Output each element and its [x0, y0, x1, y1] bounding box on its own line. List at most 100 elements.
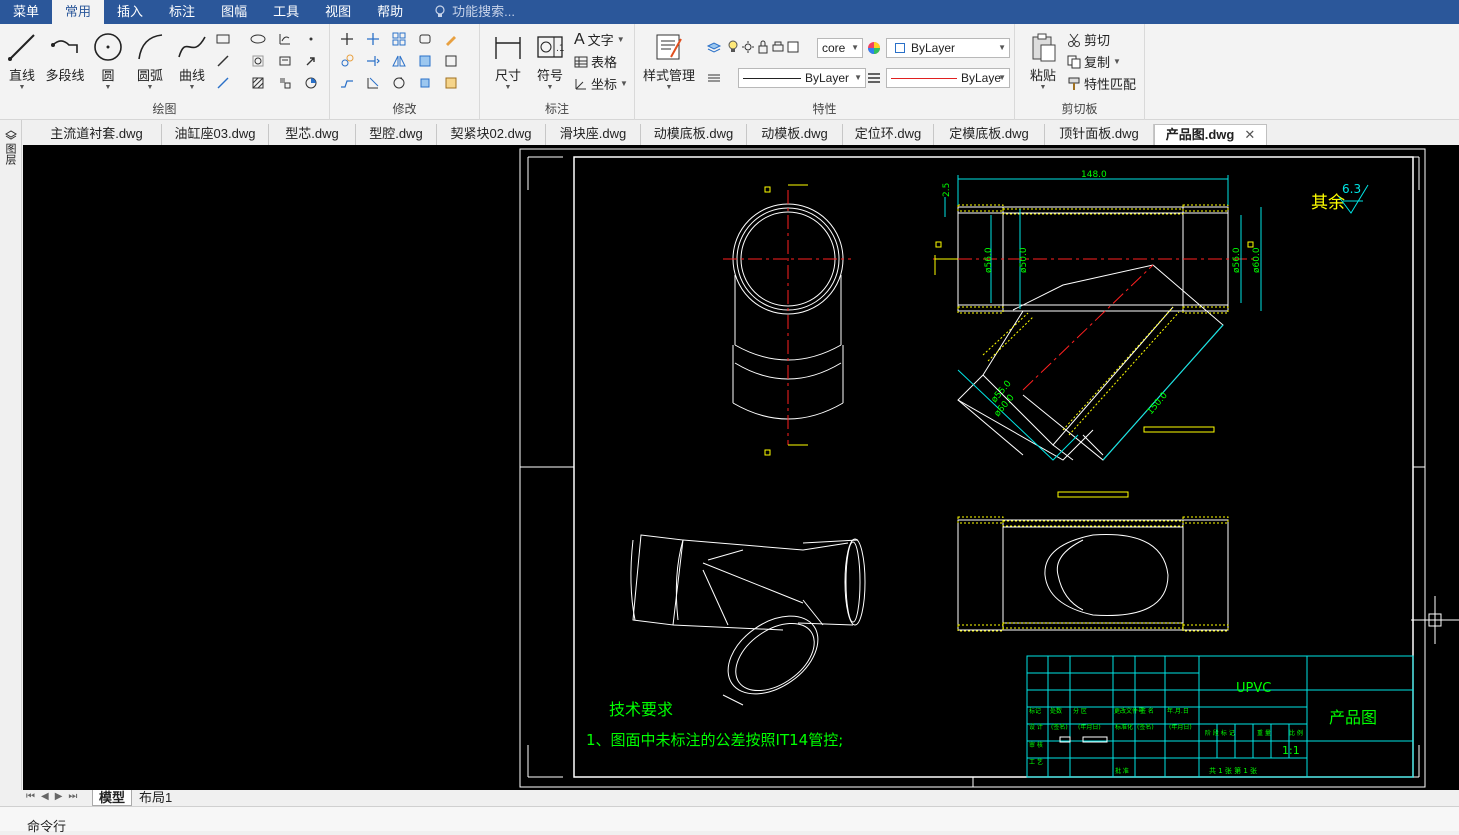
- document-tab[interactable]: 定模底板.dwg: [934, 124, 1045, 145]
- document-tab[interactable]: 契紧块02.dwg: [437, 124, 546, 145]
- properties-icon[interactable]: [442, 74, 460, 92]
- offset-icon[interactable]: [416, 30, 434, 48]
- layer-select[interactable]: core ▼: [817, 38, 863, 58]
- cut-button[interactable]: 剪切: [1067, 30, 1110, 49]
- paste-button[interactable]: 粘贴 ▼: [1023, 30, 1063, 92]
- style-manager-button[interactable]: 样式管理 ▼: [641, 30, 697, 92]
- table-label: 表格: [591, 55, 618, 70]
- tee-elevation-hatching: [957, 516, 1229, 632]
- lineweight-select[interactable]: ByLayе ▼: [886, 68, 1010, 88]
- coordinate-button[interactable]: 坐标 ▼: [574, 74, 628, 93]
- close-tab-icon[interactable]: ✕: [1244, 127, 1255, 142]
- circle-button[interactable]: 圆 ▼: [88, 30, 128, 92]
- layer-state-icons[interactable]: [727, 40, 799, 54]
- menu-item-view[interactable]: 视图: [312, 0, 364, 24]
- table-button[interactable]: 表格: [574, 52, 617, 71]
- menu-item-insert[interactable]: 插入: [104, 0, 156, 24]
- document-tab[interactable]: 型腔.dwg: [356, 124, 437, 145]
- construction-line-icon[interactable]: [214, 74, 232, 92]
- layer-panel-toggle[interactable]: 图层: [4, 130, 17, 165]
- color-select[interactable]: ByLayer ▼: [886, 38, 1010, 58]
- dim-branch-len-text: 150.0: [1146, 391, 1170, 417]
- explode-icon[interactable]: [416, 74, 434, 92]
- fillet-icon[interactable]: [364, 74, 382, 92]
- menu-item-tools[interactable]: 工具: [260, 0, 312, 24]
- trim-icon[interactable]: [364, 30, 382, 48]
- match-properties-button[interactable]: 特性匹配: [1067, 74, 1136, 93]
- layer-manager-icon[interactable]: [705, 38, 723, 56]
- move-icon[interactable]: [338, 30, 356, 48]
- linetype-select[interactable]: ByLayer ▼: [738, 68, 866, 88]
- block-icon[interactable]: [276, 74, 294, 92]
- line-icon: [8, 34, 35, 61]
- cursor-crosshair: [1411, 596, 1459, 644]
- hatch-line-icon[interactable]: [214, 52, 232, 70]
- clipboard-icon: [1032, 33, 1056, 62]
- line-button[interactable]: 直线 ▼: [2, 30, 42, 92]
- boundary-icon[interactable]: [276, 52, 294, 70]
- tb-header-date: 年.月.日: [1167, 707, 1189, 715]
- command-line[interactable]: 命令行: [0, 806, 1459, 834]
- polyline-button[interactable]: 多段线: [44, 30, 86, 84]
- color-wheel-icon[interactable]: [865, 39, 883, 57]
- rectangle-icon[interactable]: [214, 30, 232, 48]
- cad-drawing: 148.0 2.5 ø56.0 ø50.0 ø56.0 ø60.0 150.0 …: [519, 148, 1459, 788]
- text-button[interactable]: A 文字 ▼: [574, 30, 625, 49]
- pie-icon[interactable]: [302, 74, 320, 92]
- tech-requirements-title: 技术要求: [609, 700, 673, 719]
- clipboard-group: 粘贴 ▼ 剪切 复制 ▼ 特性匹配 剪切板: [1015, 24, 1145, 120]
- sun-icon: [742, 41, 754, 53]
- extend-icon[interactable]: [364, 52, 382, 70]
- draw-group-label: 绘图: [152, 102, 177, 116]
- layer-list-icon[interactable]: [705, 69, 723, 87]
- menu-item-frame[interactable]: 图幅: [208, 0, 260, 24]
- menu-item-home[interactable]: 常用: [52, 0, 105, 24]
- copy-button[interactable]: 复制 ▼: [1067, 52, 1121, 71]
- curve-button[interactable]: 曲线 ▼: [172, 30, 212, 92]
- tb-standard-date: (年月日): [1169, 723, 1192, 731]
- document-tab-label: 动模板.dwg: [761, 126, 828, 141]
- mirror-icon[interactable]: [390, 52, 408, 70]
- document-tab[interactable]: 动模底板.dwg: [641, 124, 747, 145]
- dimension-button[interactable]: 尺寸 ▼: [488, 30, 528, 92]
- copy-label: 复制: [1084, 55, 1111, 70]
- command-line-label: 命令行: [27, 819, 67, 834]
- spline-icon[interactable]: [276, 30, 294, 48]
- copy-objects-icon[interactable]: [338, 52, 356, 70]
- break-icon[interactable]: [338, 74, 356, 92]
- symbol-button[interactable]: .1 符号 ▼: [530, 30, 570, 92]
- document-tab[interactable]: 顶针面板.dwg: [1045, 124, 1154, 145]
- document-tab[interactable]: 定位环.dwg: [843, 124, 934, 145]
- menu-item-menu[interactable]: 菜单: [0, 0, 52, 24]
- left-toolbar: 图层: [0, 120, 22, 790]
- document-tab[interactable]: 滑块座.dwg: [546, 124, 641, 145]
- document-tab[interactable]: 主流道衬套.dwg: [32, 124, 162, 145]
- feature-search[interactable]: 功能搜索...: [416, 0, 515, 24]
- scale-icon[interactable]: [442, 52, 460, 70]
- document-tab[interactable]: 动模板.dwg: [747, 124, 843, 145]
- menu-item-annotate[interactable]: 标注: [156, 0, 208, 24]
- lineweight-icon[interactable]: [865, 69, 883, 87]
- layout-tab-layout1[interactable]: 布局1: [133, 790, 178, 806]
- rotate-icon[interactable]: [390, 74, 408, 92]
- layout-tab-model[interactable]: 模型: [92, 790, 133, 806]
- lock-icon: [758, 40, 768, 54]
- document-tab[interactable]: 型芯.dwg: [269, 124, 356, 145]
- ellipse-icon[interactable]: [249, 30, 267, 48]
- document-tab[interactable]: 油缸座03.dwg: [162, 124, 269, 145]
- array-icon[interactable]: [390, 30, 408, 48]
- layout-nav-arrows[interactable]: ⏮◀▶⏭: [26, 791, 83, 802]
- roughness-note: 其余 6.3: [1311, 182, 1369, 214]
- point-icon[interactable]: [302, 30, 320, 48]
- document-tab-label: 产品图.dwg: [1165, 127, 1235, 142]
- drawing-canvas[interactable]: 148.0 2.5 ø56.0 ø50.0 ø56.0 ø60.0 150.0 …: [23, 145, 1459, 790]
- arrow-icon[interactable]: [302, 52, 320, 70]
- arc-button[interactable]: 圆弧 ▼: [130, 30, 170, 92]
- region-icon[interactable]: [249, 52, 267, 70]
- tee-centerline: [933, 241, 1258, 498]
- hatch-icon[interactable]: [249, 74, 267, 92]
- menu-item-help[interactable]: 帮助: [364, 0, 416, 24]
- erase-icon[interactable]: [442, 30, 460, 48]
- stretch-icon[interactable]: [416, 52, 434, 70]
- document-tab[interactable]: 产品图.dwg ✕: [1154, 124, 1267, 145]
